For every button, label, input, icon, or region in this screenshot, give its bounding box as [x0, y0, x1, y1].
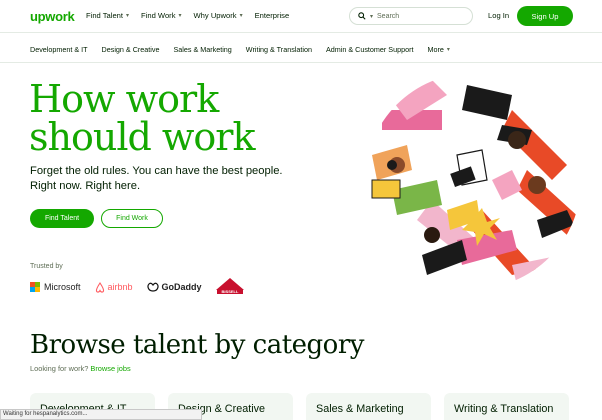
godaddy-logo: GoDaddy	[147, 282, 202, 292]
search-icon	[358, 12, 366, 20]
header-divider	[0, 32, 602, 33]
more-label: More	[427, 45, 444, 54]
category-card[interactable]: Sales & Marketing	[306, 393, 431, 420]
category-link[interactable]: Admin & Customer Support	[326, 45, 414, 54]
hero-subtitle-line: Right now. Right here.	[30, 180, 141, 192]
airbnb-label: airbnb	[107, 282, 133, 292]
nav-label: Why Upwork	[193, 11, 237, 20]
category-divider	[0, 62, 602, 63]
search-input[interactable]: ▾ Search	[349, 7, 473, 25]
godaddy-label: GoDaddy	[161, 282, 202, 292]
trusted-by-label: Trusted by	[30, 263, 63, 270]
nav-why-upwork[interactable]: Why Upwork ▾	[194, 11, 243, 20]
browse-subtitle: Looking for work? Browse jobs	[30, 364, 131, 373]
chevron-down-icon: ▾	[126, 13, 130, 19]
nav-label: Find Talent	[86, 11, 124, 20]
category-link[interactable]: Development & IT	[30, 45, 88, 54]
airbnb-icon	[95, 281, 104, 293]
nav-label: Find Work	[141, 11, 176, 20]
browse-title: Browse talent by category	[30, 330, 364, 360]
upwork-logo[interactable]: upwork	[30, 9, 75, 24]
find-work-button[interactable]: Find Work	[101, 209, 163, 228]
microsoft-logo: Microsoft	[30, 282, 81, 292]
find-talent-button[interactable]: Find Talent	[30, 209, 94, 228]
signup-button[interactable]: Sign Up	[517, 6, 573, 26]
browse-sub-prefix: Looking for work?	[30, 364, 89, 373]
microsoft-label: Microsoft	[44, 282, 81, 292]
microsoft-icon	[30, 282, 40, 292]
browser-status-bar: Waiting for hespanalytics.com...	[0, 409, 202, 420]
trusted-logos: Microsoft airbnb GoDaddy BISSELL	[30, 278, 244, 296]
hero-title-line: How work	[29, 77, 219, 121]
login-link[interactable]: Log In	[488, 11, 509, 20]
main-nav: Find Talent ▾ Find Work ▾ Why Upwork ▾ Ente…	[86, 11, 289, 20]
chevron-down-icon: ▾	[370, 13, 374, 20]
chevron-down-icon: ▾	[178, 13, 182, 19]
top-nav-bar: upwork Find Talent ▾ Find Work ▾ Why Upwor…	[0, 0, 602, 32]
godaddy-icon	[147, 282, 159, 292]
hero-subtitle-line: Forget the old rules. You can have the b…	[30, 165, 283, 177]
category-link[interactable]: Design & Creative	[102, 45, 160, 54]
chevron-down-icon: ▾	[446, 47, 450, 53]
bissell-logo: BISSELL	[215, 278, 244, 294]
category-link[interactable]: Writing & Translation	[246, 45, 312, 54]
category-card-label: Writing & Translation	[454, 403, 554, 415]
category-nav: Development & IT Design & Creative Sales…	[30, 45, 450, 54]
category-card[interactable]: Writing & Translation	[444, 393, 569, 420]
chevron-down-icon: ▾	[239, 13, 243, 19]
airbnb-logo: airbnb	[95, 281, 133, 293]
nav-find-talent[interactable]: Find Talent ▾	[86, 11, 129, 20]
more-categories-button[interactable]: More ▾	[427, 45, 449, 54]
nav-label: Enterprise	[254, 11, 290, 20]
nav-enterprise[interactable]: Enterprise	[255, 11, 290, 20]
nav-find-work[interactable]: Find Work ▾	[141, 11, 181, 20]
hero-subtitle: Forget the old rules. You can have the b…	[30, 164, 290, 194]
bissell-wordmark: BISSELL	[221, 289, 238, 294]
hero-title-line: should work	[29, 115, 255, 159]
hero-illustration	[365, 73, 581, 289]
hero-title: How work should work	[29, 80, 289, 156]
search-placeholder: Search	[377, 12, 400, 20]
browse-jobs-link[interactable]: Browse jobs	[90, 364, 130, 373]
category-card-label: Sales & Marketing	[316, 403, 404, 415]
category-link[interactable]: Sales & Marketing	[173, 45, 231, 54]
